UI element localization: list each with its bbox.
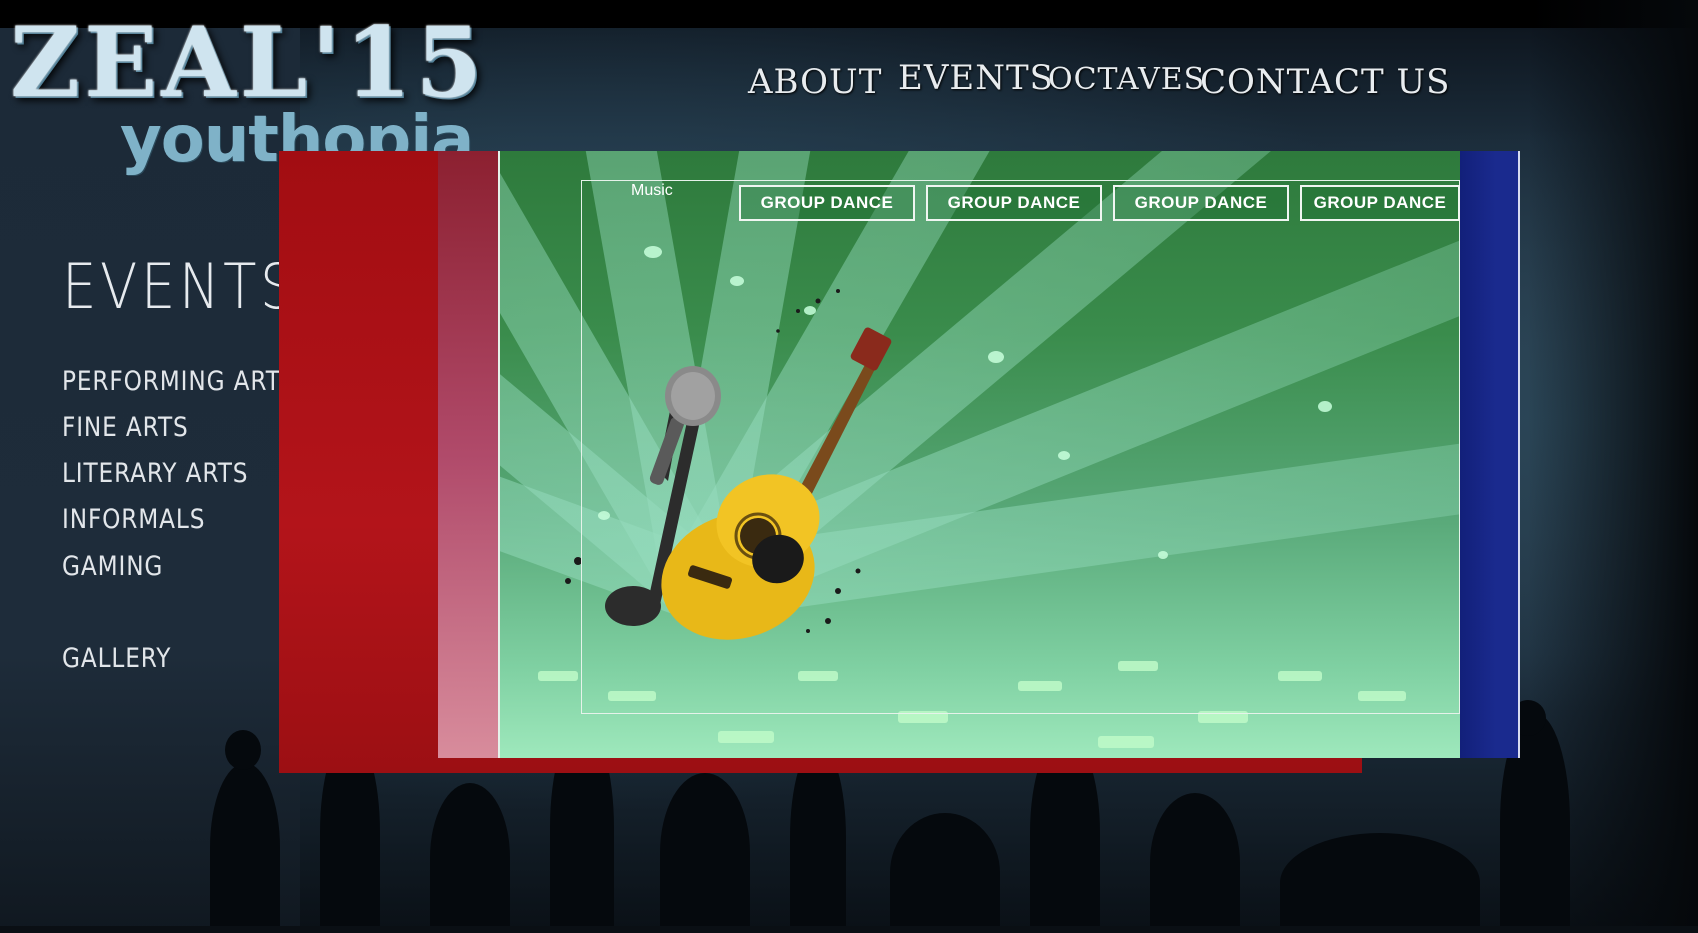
- tab-group-dance-3[interactable]: GROUP DANCE: [1113, 185, 1289, 221]
- logo-title: ZEAL'15: [10, 6, 487, 119]
- tab-group-dance-4[interactable]: GROUP DANCE: [1300, 185, 1460, 221]
- sidebar-item-informals[interactable]: INFORMALS: [62, 504, 205, 535]
- sidebar-item-fine-arts[interactable]: FINE ARTS: [62, 412, 189, 443]
- tab-group-dance-2[interactable]: GROUP DANCE: [926, 185, 1102, 221]
- nav-contact-us[interactable]: CONTACT US: [1200, 62, 1450, 102]
- nav-octaves[interactable]: OCTAVES: [1048, 62, 1205, 97]
- sidebar-title: EVENTS: [62, 250, 299, 323]
- blue-side-panel: [1460, 151, 1520, 758]
- red-gradient-strip: [438, 151, 500, 758]
- stage-left-border: [498, 151, 500, 758]
- nav-events[interactable]: EVENTS: [898, 58, 1054, 98]
- bottom-strip: [0, 926, 1698, 933]
- nav-about[interactable]: ABOUT: [748, 62, 882, 102]
- sidebar-item-performing-arts[interactable]: PERFORMING ARTS: [62, 366, 296, 397]
- blue-panel-edge: [1518, 151, 1520, 758]
- sidebar-item-literary-arts[interactable]: LITERARY ARTS: [62, 458, 248, 489]
- category-label: Music: [631, 182, 673, 199]
- sidebar-item-gallery[interactable]: GALLERY: [62, 643, 171, 674]
- tab-group-dance-1[interactable]: GROUP DANCE: [739, 185, 915, 221]
- content-frame: [581, 180, 1460, 714]
- sidebar-item-gaming[interactable]: GAMING: [62, 551, 163, 582]
